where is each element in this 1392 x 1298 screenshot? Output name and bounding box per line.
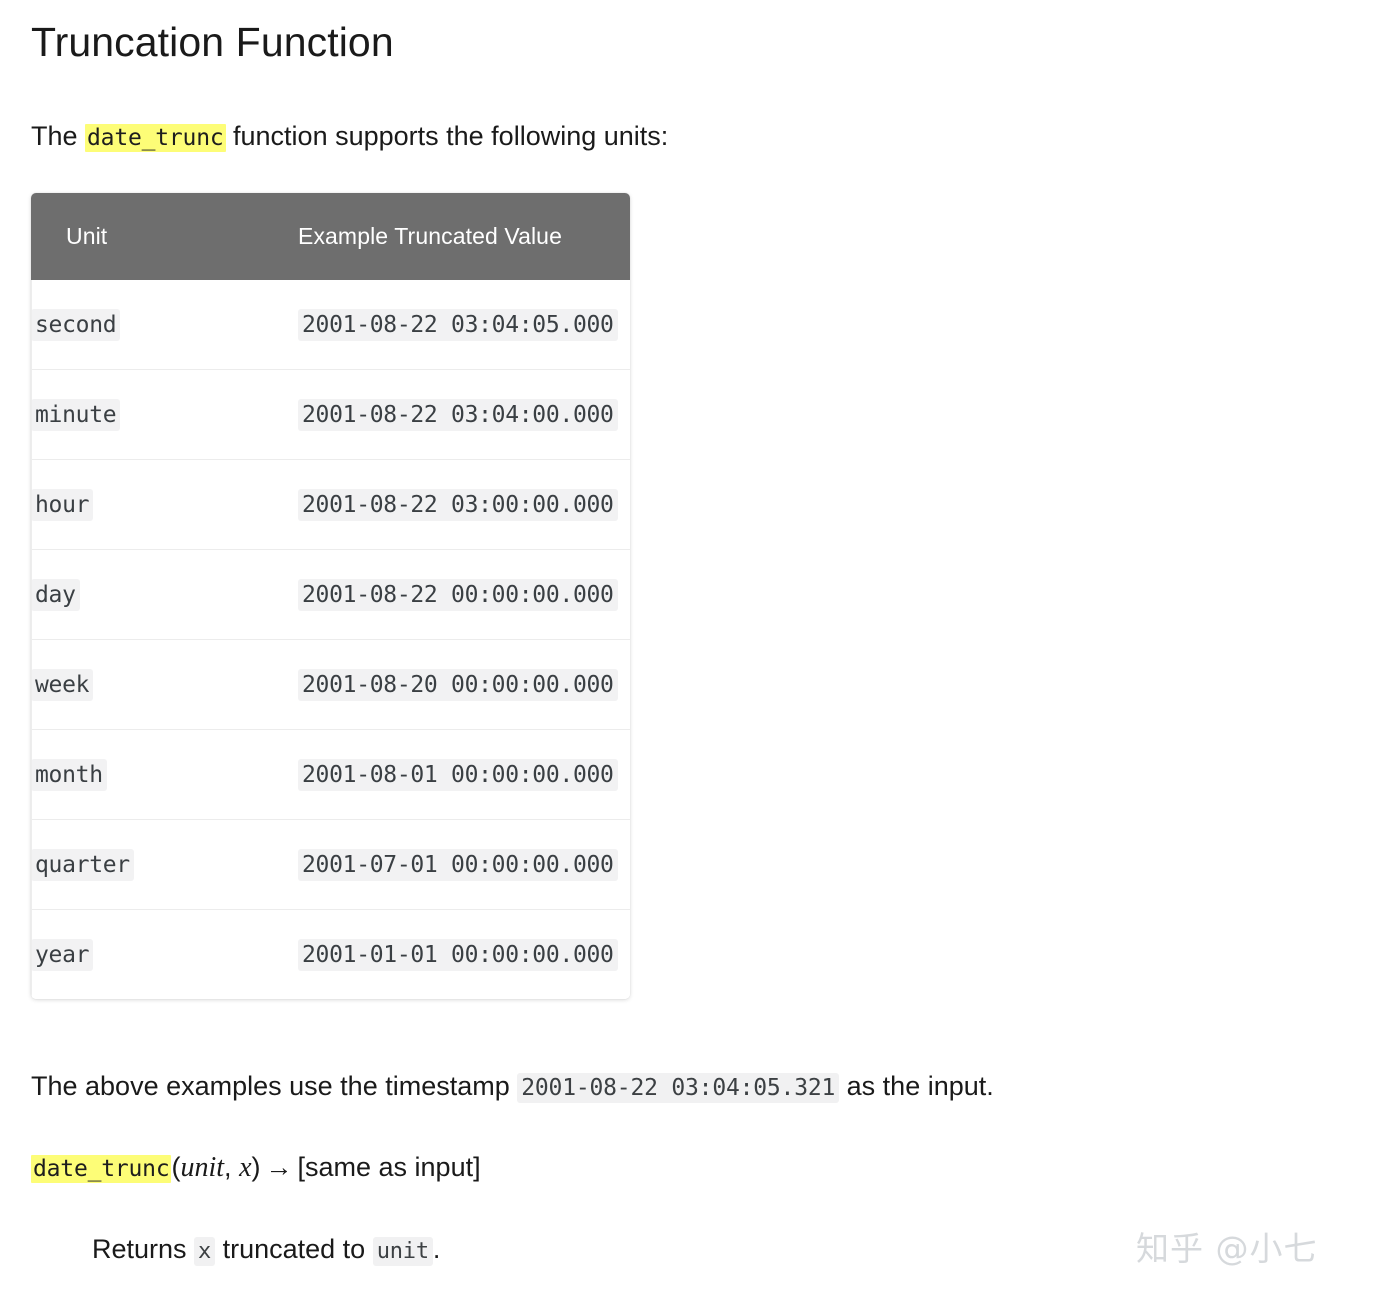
table-cell-unit: year bbox=[31, 909, 298, 999]
table-cell-unit: hour bbox=[31, 459, 298, 550]
unit-code: month bbox=[31, 758, 107, 791]
table-cell-value: 2001-08-22 03:04:00.000 bbox=[298, 369, 630, 460]
date-trunc-inline-code: date_trunc bbox=[85, 124, 226, 152]
signature-close-paren: ) bbox=[251, 1152, 261, 1182]
description-after: . bbox=[432, 1234, 441, 1264]
document-page: Truncation Function The date_trunc funct… bbox=[0, 0, 1392, 1298]
value-code: 2001-08-22 03:04:05.000 bbox=[298, 308, 618, 341]
page-title: Truncation Function bbox=[31, 19, 394, 65]
units-table-container: Unit Example Truncated Value second 2001… bbox=[31, 193, 630, 999]
table-header-row: Unit Example Truncated Value bbox=[31, 193, 630, 280]
table-cell-value: 2001-08-20 00:00:00.000 bbox=[298, 639, 630, 730]
timestamp-note-before: The above examples use the timestamp bbox=[31, 1071, 518, 1101]
intro-text-before: The bbox=[31, 121, 86, 151]
table-cell-unit: month bbox=[31, 729, 298, 820]
description-code-x: x bbox=[194, 1237, 216, 1266]
description-code-unit: unit bbox=[372, 1237, 433, 1266]
unit-code: year bbox=[31, 938, 94, 971]
value-code: 2001-08-22 03:04:00.000 bbox=[298, 398, 618, 431]
value-code: 2001-08-20 00:00:00.000 bbox=[298, 668, 618, 701]
intro-text-after: function supports the following units: bbox=[225, 121, 669, 151]
description-middle: truncated to bbox=[215, 1234, 373, 1264]
table-cell-value: 2001-08-22 03:00:00.000 bbox=[298, 459, 630, 550]
table-row: second 2001-08-22 03:04:05.000 bbox=[31, 280, 630, 370]
table-row: year 2001-01-01 00:00:00.000 bbox=[31, 909, 630, 999]
function-signature: date_trunc(unit, x) → [same as input] bbox=[31, 1149, 481, 1187]
table-cell-value: 2001-07-01 00:00:00.000 bbox=[298, 819, 630, 910]
table-cell-value: 2001-08-22 03:04:05.000 bbox=[298, 280, 630, 370]
signature-param-unit: unit bbox=[180, 1152, 225, 1183]
table-cell-value: 2001-01-01 00:00:00.000 bbox=[298, 909, 630, 999]
column-header-unit: Unit bbox=[31, 193, 298, 280]
table-cell-value: 2001-08-01 00:00:00.000 bbox=[298, 729, 630, 820]
unit-code: minute bbox=[31, 398, 121, 431]
table-cell-unit: week bbox=[31, 639, 298, 730]
intro-paragraph: The date_trunc function supports the fol… bbox=[31, 118, 668, 154]
table-cell-unit: day bbox=[31, 549, 298, 640]
unit-code: day bbox=[31, 578, 80, 611]
table-cell-unit: minute bbox=[31, 369, 298, 460]
signature-comma: , bbox=[224, 1152, 240, 1182]
value-code: 2001-08-22 03:00:00.000 bbox=[298, 488, 618, 521]
description-before: Returns bbox=[92, 1234, 195, 1264]
timestamp-note-after: as the input. bbox=[839, 1071, 994, 1101]
units-table: Unit Example Truncated Value second 2001… bbox=[31, 193, 630, 999]
unit-code: quarter bbox=[31, 848, 134, 881]
value-code: 2001-08-01 00:00:00.000 bbox=[298, 758, 618, 791]
value-code: 2001-07-01 00:00:00.000 bbox=[298, 848, 618, 881]
signature-function-name: date_trunc bbox=[31, 1155, 172, 1183]
value-code: 2001-01-01 00:00:00.000 bbox=[298, 938, 618, 971]
table-cell-unit: quarter bbox=[31, 819, 298, 910]
unit-code: hour bbox=[31, 488, 94, 521]
table-cell-unit: second bbox=[31, 280, 298, 370]
column-header-example-truncated-value: Example Truncated Value bbox=[298, 193, 630, 280]
watermark: 知乎 @小七 bbox=[1136, 1229, 1318, 1268]
function-description: Returns x truncated to unit. bbox=[92, 1231, 440, 1267]
arrow-icon: → bbox=[265, 1152, 293, 1182]
value-code: 2001-08-22 00:00:00.000 bbox=[298, 578, 618, 611]
table-row: minute 2001-08-22 03:04:00.000 bbox=[31, 369, 630, 460]
unit-code: second bbox=[31, 308, 121, 341]
table-row: day 2001-08-22 00:00:00.000 bbox=[31, 549, 630, 640]
signature-param-x: x bbox=[239, 1152, 252, 1183]
unit-code: week bbox=[31, 668, 94, 701]
table-cell-value: 2001-08-22 00:00:00.000 bbox=[298, 549, 630, 640]
table-row: week 2001-08-20 00:00:00.000 bbox=[31, 639, 630, 730]
timestamp-note: The above examples use the timestamp 200… bbox=[31, 1068, 994, 1104]
table-row: month 2001-08-01 00:00:00.000 bbox=[31, 729, 630, 820]
units-table-body: second 2001-08-22 03:04:05.000 minute 20… bbox=[31, 280, 630, 999]
signature-return-type: [same as input] bbox=[297, 1152, 481, 1182]
table-row: quarter 2001-07-01 00:00:00.000 bbox=[31, 819, 630, 910]
input-timestamp-code: 2001-08-22 03:04:05.321 bbox=[517, 1073, 840, 1103]
table-row: hour 2001-08-22 03:00:00.000 bbox=[31, 459, 630, 550]
units-table-head: Unit Example Truncated Value bbox=[31, 193, 630, 280]
